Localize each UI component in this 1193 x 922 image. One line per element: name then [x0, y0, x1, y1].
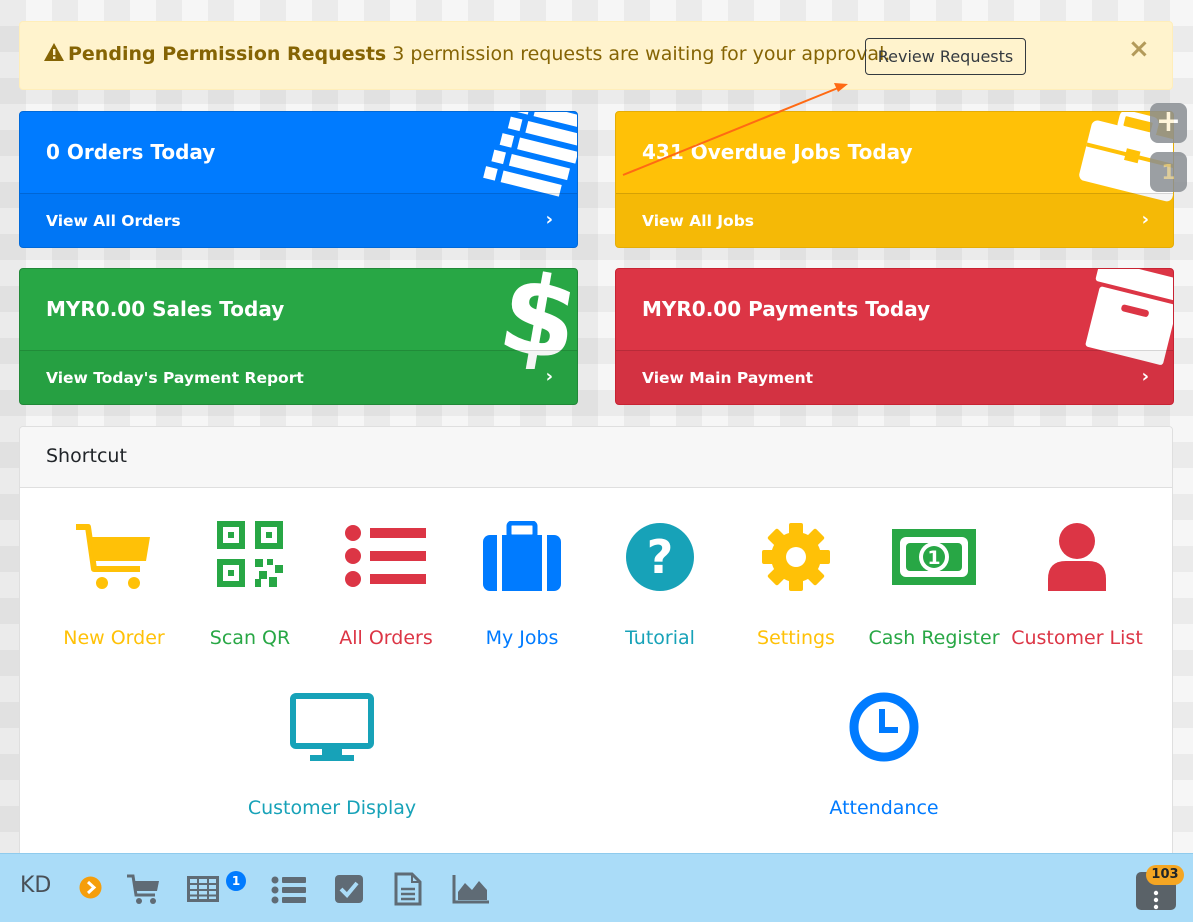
svg-text:?: ?	[647, 530, 674, 584]
sales-today-card: $ MYR0.00 Sales Today View Today's Payme…	[19, 268, 578, 405]
floating-count-button[interactable]: 1	[1150, 152, 1187, 192]
list-icon[interactable]	[271, 876, 307, 904]
shortcut-scan-qr[interactable]: Scan QR	[190, 521, 310, 649]
shortcut-label: Scan QR	[209, 627, 291, 649]
shortcut-label: My Jobs	[485, 627, 559, 649]
chevron-circle-right-icon[interactable]	[79, 876, 102, 899]
user-icon	[1048, 523, 1106, 591]
view-main-payment-link[interactable]: View Main Payment ›	[616, 350, 1173, 404]
shortcut-my-jobs[interactable]: My Jobs	[462, 521, 582, 649]
warning-triangle-icon	[44, 43, 64, 61]
overdue-jobs-title: 431 Overdue Jobs Today	[642, 140, 913, 164]
check-square-icon[interactable]	[334, 874, 364, 904]
list-icon	[345, 525, 426, 587]
cart-icon	[76, 524, 150, 589]
shortcut-settings[interactable]: Settings	[736, 521, 856, 649]
alert-title: Pending Permission Requests	[68, 43, 387, 65]
gear-icon	[762, 523, 830, 591]
user-initials[interactable]: KD	[20, 873, 51, 898]
shortcut-attendance[interactable]: Attendance	[804, 691, 964, 819]
alert-message: 3 permission requests are waiting for yo…	[392, 43, 891, 65]
overdue-jobs-card: 431 Overdue Jobs Today View All Jobs ›	[615, 111, 1174, 248]
view-main-payment-label: View Main Payment	[642, 369, 814, 387]
area-chart-icon[interactable]	[452, 874, 490, 904]
clock-icon	[849, 692, 919, 762]
view-payment-report-link[interactable]: View Today's Payment Report ›	[20, 350, 577, 404]
money-bill-icon: 1	[892, 529, 976, 585]
shortcut-label: Settings	[757, 627, 835, 649]
payments-today-title: MYR0.00 Payments Today	[642, 297, 931, 321]
shortcut-label: All Orders	[339, 627, 433, 649]
shortcut-label: New Order	[63, 627, 165, 649]
view-all-jobs-label: View All Jobs	[642, 212, 755, 230]
shortcut-customer-list[interactable]: Customer List	[1010, 521, 1144, 649]
shortcut-label: Customer Display	[247, 797, 417, 819]
view-payment-report-label: View Today's Payment Report	[46, 369, 304, 387]
chevron-right-icon: ›	[545, 209, 553, 230]
floating-add-button[interactable]: +	[1150, 103, 1187, 143]
shortcut-panel: Shortcut New Order Scan QR All Orders My…	[19, 426, 1173, 886]
alert-text: Pending Permission Requests 3 permission…	[43, 42, 890, 65]
cart-icon[interactable]	[126, 873, 160, 905]
close-icon[interactable]: ×	[1128, 36, 1150, 62]
chevron-right-icon: ›	[1141, 366, 1149, 387]
shortcut-all-orders[interactable]: All Orders	[326, 521, 446, 649]
view-all-orders-link[interactable]: View All Orders ›	[20, 193, 577, 247]
view-all-orders-label: View All Orders	[46, 212, 181, 230]
shortcut-label: Customer List	[1011, 627, 1143, 649]
shortcut-title: Shortcut	[46, 445, 127, 467]
orders-today-title: 0 Orders Today	[46, 140, 216, 164]
review-requests-button[interactable]: Review Requests	[865, 38, 1026, 75]
sales-today-title: MYR0.00 Sales Today	[46, 297, 285, 321]
table-icon[interactable]	[187, 876, 219, 902]
shortcut-header: Shortcut	[20, 427, 1172, 488]
monitor-icon	[290, 693, 374, 761]
orders-today-card: 0 Orders Today View All Orders ›	[19, 111, 578, 248]
menu-count-badge: 103	[1146, 865, 1184, 885]
shortcut-label: Cash Register	[868, 627, 1000, 649]
briefcase-icon	[483, 521, 561, 591]
chevron-right-icon: ›	[1141, 209, 1149, 230]
shortcut-new-order[interactable]: New Order	[54, 521, 174, 649]
view-all-jobs-link[interactable]: View All Jobs ›	[616, 193, 1173, 247]
payments-today-card: MYR0.00 Payments Today View Main Payment…	[615, 268, 1174, 405]
document-icon[interactable]	[394, 872, 422, 906]
table-count-badge: 1	[226, 871, 246, 891]
pending-permission-alert: Pending Permission Requests 3 permission…	[19, 21, 1173, 90]
shortcut-label: Attendance	[829, 797, 939, 819]
qr-code-icon	[217, 521, 283, 587]
shortcut-cash-register[interactable]: 1 Cash Register	[868, 521, 1000, 649]
bottom-toolbar: KD 1 103	[0, 853, 1193, 922]
question-circle-icon: ?	[626, 523, 694, 591]
shortcut-customer-display[interactable]: Customer Display	[232, 691, 432, 819]
shortcut-tutorial[interactable]: ? Tutorial	[600, 521, 720, 649]
chevron-right-icon: ›	[545, 366, 553, 387]
shortcut-label: Tutorial	[625, 627, 695, 649]
svg-text:1: 1	[927, 547, 940, 569]
